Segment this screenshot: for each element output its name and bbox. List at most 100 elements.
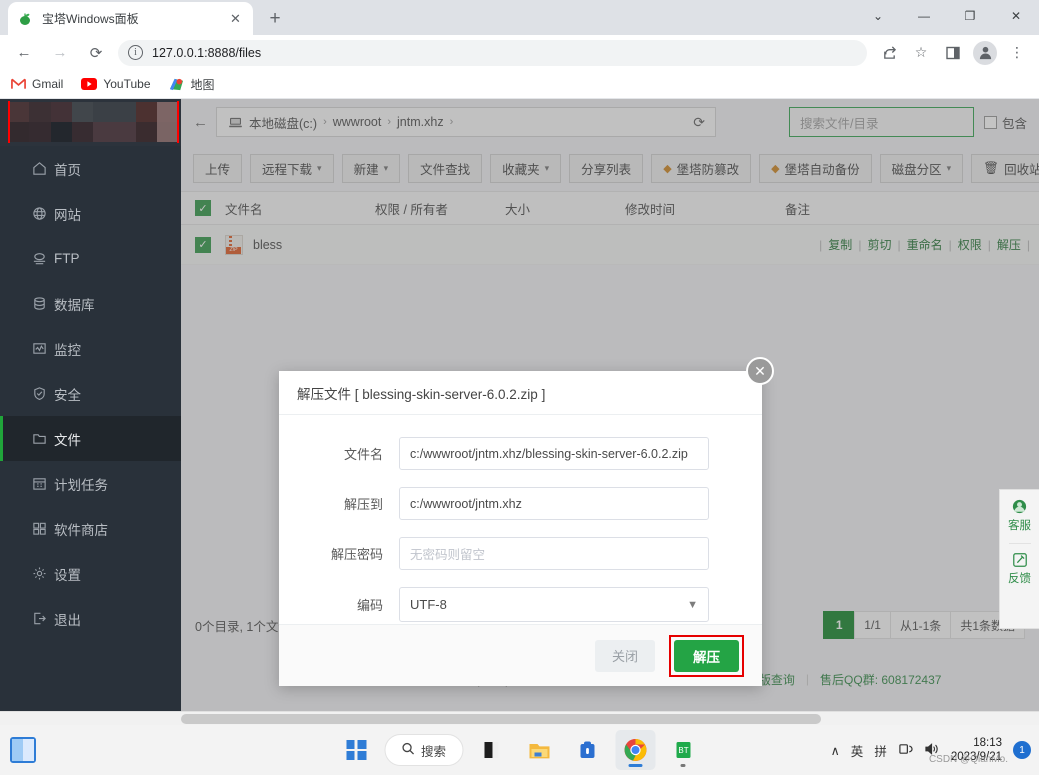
windows-start-button[interactable] (336, 730, 376, 770)
field-label: 解压密码 (330, 547, 383, 562)
address-bar-url: 127.0.0.1:8888/files (152, 45, 262, 60)
horizontal-scrollbar[interactable] (0, 711, 1039, 725)
sidebar-item-label: 数据库 (54, 297, 95, 313)
ime-lang-icon[interactable]: 英 (851, 741, 864, 760)
encoding-value: UTF-8 (410, 597, 447, 612)
youtube-icon (81, 76, 98, 92)
window-close-icon[interactable]: ✕ (993, 0, 1039, 32)
ftp-icon (32, 251, 54, 266)
forward-icon[interactable]: → (46, 39, 74, 67)
svg-text:BT: BT (678, 746, 688, 755)
headset-icon (1011, 498, 1028, 520)
field-label: 编码 (356, 598, 383, 613)
password-input[interactable]: 无密码则留空 (399, 537, 709, 570)
submit-highlight-box: 解压 (669, 634, 744, 677)
taskbar-search[interactable]: 搜索 (383, 734, 464, 766)
clock-time: 18:13 (973, 736, 1002, 749)
microsoft-store-icon[interactable] (567, 730, 607, 770)
site-info-icon[interactable]: i (128, 45, 143, 60)
encoding-select[interactable]: UTF-8 ▼ (399, 587, 709, 622)
minimize-icon[interactable]: — (901, 0, 947, 32)
sidebar-item-label: 退出 (54, 612, 81, 628)
filename-input[interactable]: c:/wwwroot/jntm.xhz/blessing-skin-server… (399, 437, 709, 470)
dialog-close-button[interactable]: 关闭 (594, 639, 655, 672)
destination-input[interactable]: c:/wwwroot/jntm.xhz (399, 487, 709, 520)
windows-taskbar: 搜索 BT ∧ 英 拼 18:13 2023/9/21 CSDN @QianMo… (0, 725, 1039, 775)
tray-chevron-icon[interactable]: ∧ (831, 743, 840, 758)
side-panel-icon[interactable] (940, 40, 966, 66)
sidebar-item-1[interactable]: 首页 (0, 146, 181, 191)
browser-toolbar: ← → ⟳ i 127.0.0.1:8888/files ☆ ⋮ (0, 35, 1039, 70)
sidebar-item-2[interactable]: 网站 (0, 191, 181, 236)
profile-avatar[interactable] (973, 40, 997, 65)
network-icon[interactable] (898, 742, 913, 759)
bookmark-star-icon[interactable]: ☆ (908, 40, 934, 66)
file-explorer-icon[interactable] (519, 730, 559, 770)
bookmark-label: Gmail (32, 77, 64, 91)
windows-start-icon (345, 740, 366, 760)
shield-icon (32, 386, 54, 401)
support-kefu-button[interactable]: 客服 (1008, 520, 1032, 533)
page-viewport: ← 本地磁盘(c:) › wwwroot › jntm.xhz › ⟳ 搜索文件… (0, 99, 1039, 711)
share-icon[interactable] (876, 40, 902, 66)
minimize-dropdown-icon[interactable]: ⌄ (855, 0, 901, 32)
widgets-icon[interactable] (10, 737, 36, 763)
tab-close-icon[interactable]: ✕ (227, 10, 244, 27)
calendar-icon (32, 476, 54, 491)
bt-panel-icon[interactable]: BT (663, 730, 703, 770)
support-feedback-button[interactable]: 反馈 (1008, 573, 1032, 586)
sidebar-item-5[interactable]: 监控 (0, 326, 181, 371)
browser-menu-icon[interactable]: ⋮ (1004, 40, 1030, 66)
csdn-watermark: CSDN @QianMo. (928, 753, 1008, 765)
sidebar-item-label: 网站 (54, 207, 81, 223)
address-bar[interactable]: i 127.0.0.1:8888/files (118, 39, 867, 66)
browser-tab-strip: 宝塔Windows面板 ✕ + ⌄ — ❐ ✕ (0, 0, 1039, 35)
taskbar-tray: ∧ 英 拼 18:13 2023/9/21 CSDN @QianMo. 1 (831, 736, 1031, 765)
file-explorer-dark-icon[interactable] (471, 730, 511, 770)
sidebar-item-label: 计划任务 (54, 477, 108, 493)
unzip-submit-button[interactable]: 解压 (674, 639, 739, 672)
bookmark-maps[interactable]: 地图 (169, 76, 215, 93)
sidebar-item-10[interactable]: 设置 (0, 551, 181, 596)
sidebar-item-6[interactable]: 安全 (0, 371, 181, 416)
ime-pinyin-icon[interactable]: 拼 (874, 741, 887, 760)
maximize-icon[interactable]: ❐ (947, 0, 993, 32)
active-indicator (680, 764, 686, 767)
bookmark-gmail[interactable]: Gmail (10, 76, 63, 92)
sidebar-item-4[interactable]: 数据库 (0, 281, 181, 326)
edit-icon (1012, 552, 1028, 573)
globe-icon (32, 206, 54, 221)
browser-tab[interactable]: 宝塔Windows面板 ✕ (8, 2, 253, 35)
sidebar-item-label: 首页 (54, 162, 81, 178)
scrollbar-thumb[interactable] (181, 714, 821, 724)
chrome-icon[interactable] (615, 730, 656, 770)
sidebar-item-11[interactable]: 退出 (0, 596, 181, 641)
support-widget: 客服 反馈 (999, 489, 1039, 629)
gear-icon (32, 566, 54, 581)
active-indicator (628, 764, 643, 767)
sidebar-item-3[interactable]: FTP (0, 236, 181, 281)
sidebar-item-8[interactable]: 计划任务 (0, 461, 181, 506)
new-tab-button[interactable]: + (261, 4, 289, 32)
taskbar-clock[interactable]: 18:13 2023/9/21 CSDN @QianMo. (929, 736, 1008, 765)
sidebar-item-7[interactable]: 文件 (0, 416, 181, 461)
chevron-down-icon: ▼ (687, 598, 698, 611)
apps-icon (32, 521, 54, 536)
map-pin-icon (169, 76, 185, 92)
field-label: 文件名 (343, 447, 383, 462)
bookmark-label: 地图 (190, 77, 215, 92)
gmail-icon (10, 76, 26, 92)
field-row-encoding: 编码 UTF-8 ▼ (279, 587, 762, 622)
dialog-close-icon[interactable]: ✕ (746, 357, 774, 385)
sidebar-item-9[interactable]: 软件商店 (0, 506, 181, 551)
home-icon (32, 161, 54, 176)
bookmark-youtube[interactable]: YouTube (81, 76, 151, 92)
logout-icon (32, 611, 54, 626)
sidebar-item-label: 设置 (54, 567, 81, 583)
sidebar-item-label: 监控 (54, 342, 81, 358)
reload-icon[interactable]: ⟳ (82, 39, 110, 67)
folder-icon (32, 431, 54, 446)
database-icon (32, 296, 54, 311)
notification-badge[interactable]: 1 (1013, 741, 1031, 759)
back-icon[interactable]: ← (10, 39, 38, 67)
